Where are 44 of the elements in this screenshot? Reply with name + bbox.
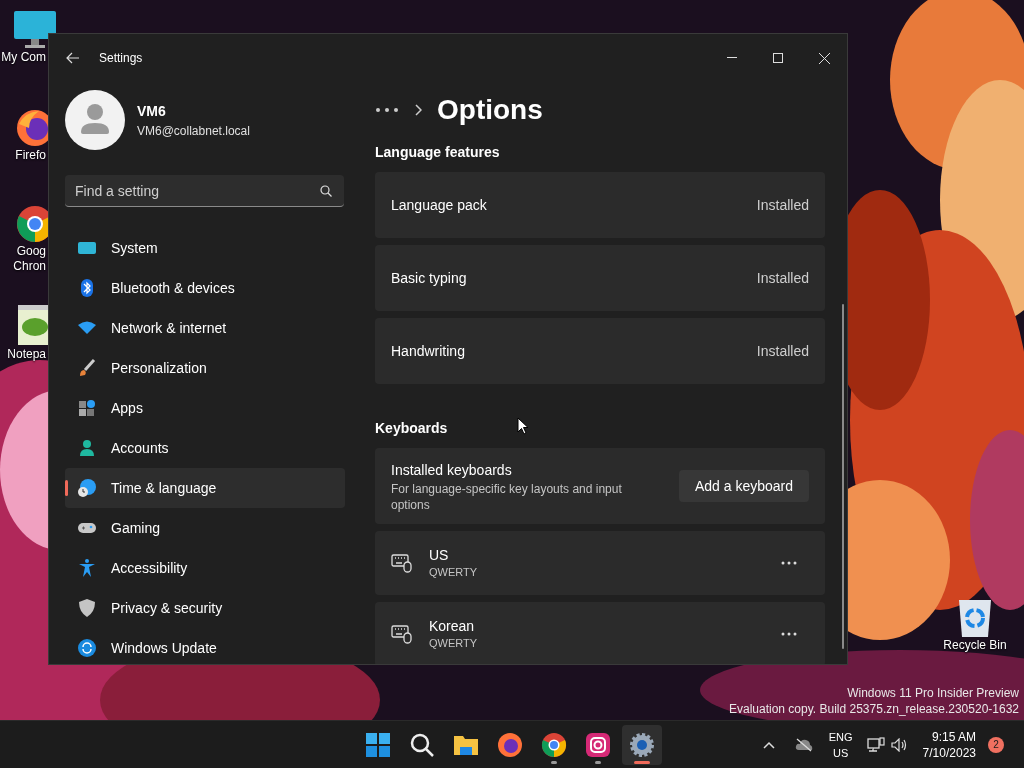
- watermark-text: Windows 11 Pro Insider Preview: [847, 685, 1019, 701]
- keyboard-layout: QWERTY: [429, 564, 479, 580]
- nav-item[interactable]: Personalization: [65, 348, 345, 388]
- desktop-icon-label[interactable]: Chron: [13, 259, 46, 274]
- clock-date[interactable]: 7/10/2023: [922, 744, 976, 761]
- card-description: For language-specific key layouts and input options: [391, 480, 623, 513]
- nav-item[interactable]: Gaming: [65, 508, 345, 548]
- feature-label: Handwriting: [391, 341, 465, 361]
- desktop-icon-label[interactable]: Recycle Bin: [943, 638, 1007, 653]
- account-name: VM6: [137, 101, 167, 121]
- section-heading: Keyboards: [375, 419, 448, 438]
- notification-count[interactable]: 2: [988, 736, 1004, 753]
- watermark-text: Evaluation copy. Build 25375.zn_release.230520-1632: [729, 701, 1019, 717]
- nav-item[interactable]: Bluetooth & devices: [65, 268, 345, 308]
- keyboard-name: US: [429, 545, 450, 564]
- language-indicator[interactable]: US: [833, 744, 849, 761]
- desktop-icon-label[interactable]: My Com: [1, 50, 46, 65]
- window-title: Settings: [99, 50, 143, 67]
- clock-time[interactable]: 9:15 AM: [931, 728, 976, 745]
- nav-item[interactable]: Accessibility: [65, 548, 345, 588]
- account-email: VM6@collabnet.local: [137, 122, 250, 140]
- nav-item[interactable]: Time & language: [65, 468, 345, 508]
- feature-label: Basic typing: [391, 268, 467, 288]
- language-indicator[interactable]: ENG: [828, 728, 853, 745]
- section-heading: Language features: [375, 143, 500, 162]
- desktop-icon-label[interactable]: Firefo: [15, 148, 46, 163]
- nav-item[interactable]: Privacy & security: [65, 588, 345, 628]
- feature-status: Installed: [756, 268, 809, 288]
- page-title: Options: [437, 93, 543, 127]
- keyboard-layout: QWERTY: [429, 635, 479, 651]
- keyboard-name: Korean: [429, 616, 476, 635]
- nav-item[interactable]: Accounts: [65, 428, 345, 468]
- add-keyboard-button[interactable]: Add a keyboard: [678, 470, 809, 502]
- desktop-icon-label[interactable]: Goog: [16, 244, 46, 259]
- search-field[interactable]: Find a setting: [65, 175, 344, 207]
- nav-item[interactable]: Windows Update: [65, 628, 345, 664]
- feature-status: Installed: [756, 195, 809, 215]
- card-title: Installed keyboards: [391, 460, 513, 480]
- desktop-icon-label[interactable]: Notepa: [7, 347, 46, 362]
- nav-item[interactable]: Network & internet: [65, 308, 345, 348]
- nav-item[interactable]: System: [65, 228, 345, 268]
- feature-status: Installed: [756, 341, 809, 361]
- nav-item[interactable]: Apps: [65, 388, 345, 428]
- feature-label: Language pack: [391, 195, 487, 215]
